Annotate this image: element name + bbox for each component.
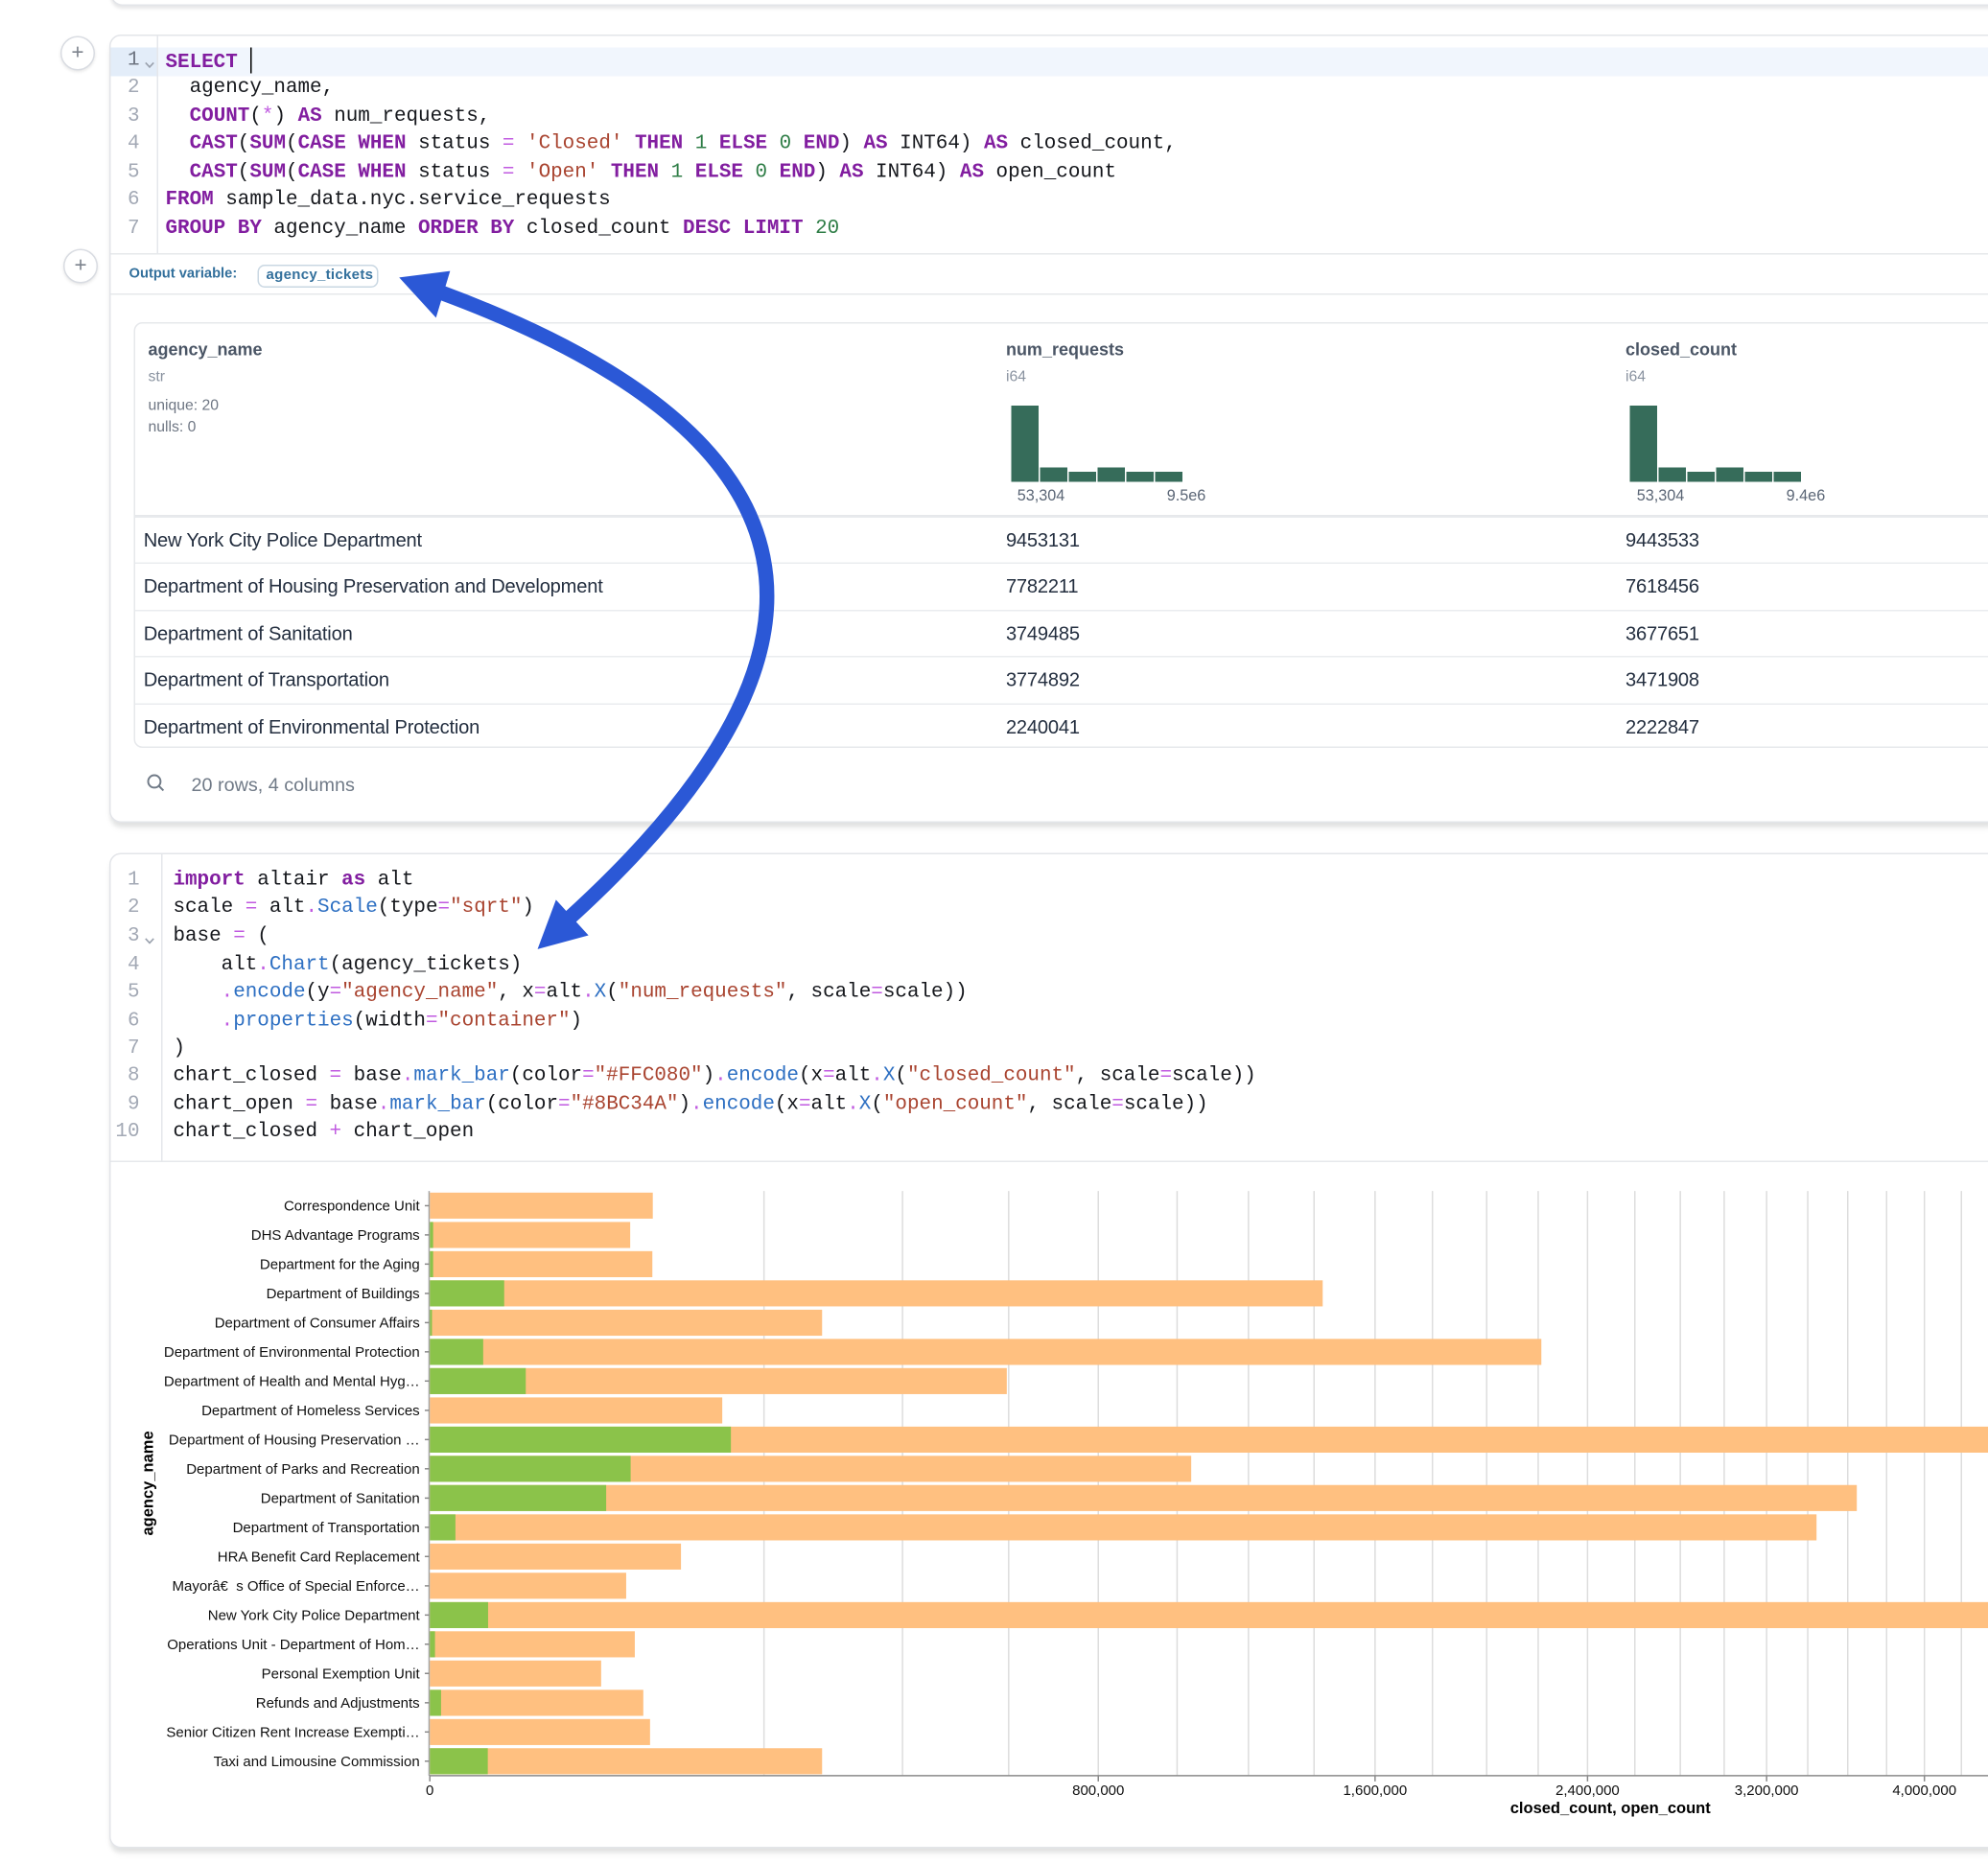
svg-text:Taxi and Limousine Commission: Taxi and Limousine Commission [213, 1754, 419, 1770]
svg-text:Department for the Aging: Department for the Aging [259, 1257, 419, 1273]
svg-text:Department of Transportation: Department of Transportation [232, 1520, 419, 1536]
svg-text:Department of Parks and Recrea: Department of Parks and Recreation [185, 1461, 418, 1478]
svg-text:Operations Unit - Department o: Operations Unit - Department of Hom… [167, 1637, 419, 1653]
svg-text:Department of Buildings: Department of Buildings [266, 1286, 419, 1302]
svg-text:DHS Advantage Programs: DHS Advantage Programs [250, 1227, 419, 1244]
svg-text:4,000,000: 4,000,000 [1892, 1782, 1956, 1799]
svg-text:Senior Citizen Rent Increase E: Senior Citizen Rent Increase Exempti… [166, 1725, 419, 1741]
svg-text:Department of Consumer Affairs: Department of Consumer Affairs [214, 1316, 419, 1332]
svg-text:1,600,000: 1,600,000 [1343, 1782, 1407, 1799]
svg-text:Refunds and Adjustments: Refunds and Adjustments [255, 1695, 419, 1712]
svg-text:Department of Homeless Service: Department of Homeless Services [200, 1403, 419, 1419]
svg-text:Department of Environmental Pr: Department of Environmental Protection [163, 1344, 419, 1361]
svg-text:Correspondence Unit: Correspondence Unit [283, 1199, 420, 1215]
svg-text:800,000: 800,000 [1071, 1782, 1123, 1799]
svg-text:2,400,000: 2,400,000 [1555, 1782, 1619, 1799]
svg-text:Personal Exemption Unit: Personal Exemption Unit [261, 1666, 420, 1682]
svg-text:Department of Health and Menta: Department of Health and Mental Hyg… [163, 1374, 419, 1390]
svg-text:closed_count, open_count: closed_count, open_count [1509, 1800, 1711, 1817]
svg-text:HRA Benefit Card Replacement: HRA Benefit Card Replacement [217, 1549, 420, 1566]
svg-text:0: 0 [425, 1782, 433, 1799]
svg-text:New York City Police Departmen: New York City Police Department [207, 1608, 420, 1624]
svg-text:agency_name: agency_name [139, 1432, 156, 1536]
svg-text:3,200,000: 3,200,000 [1734, 1782, 1798, 1799]
svg-text:Department of Housing Preserva: Department of Housing Preservation … [168, 1433, 419, 1449]
svg-text:Mayorâ€ s Office of Special E: Mayorâ€ s Office of Special Enforce… [172, 1578, 419, 1595]
svg-text:Department of Sanitation: Department of Sanitation [260, 1491, 419, 1507]
